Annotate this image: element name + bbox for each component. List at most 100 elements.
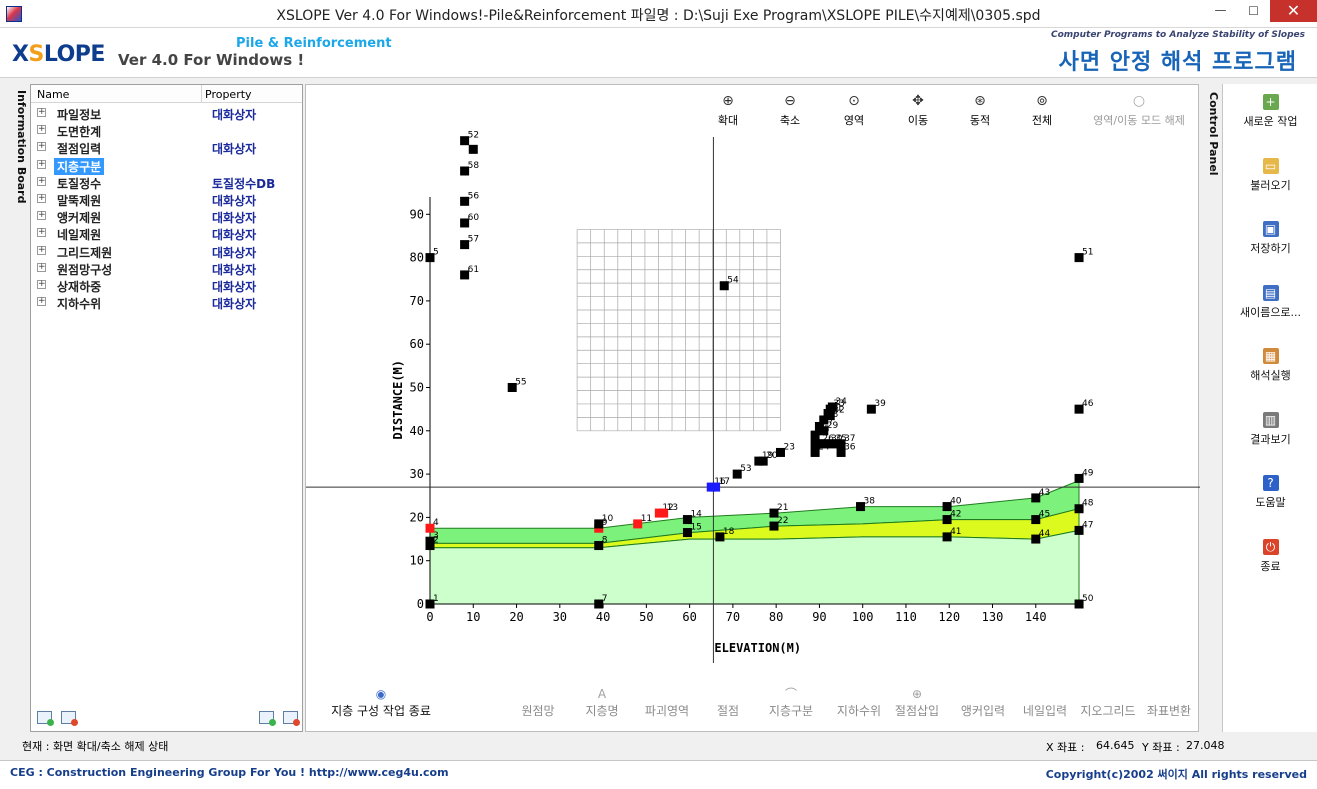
tree-item-property[interactable]: 대화상자 — [212, 295, 256, 312]
tool-zoom-in[interactable]: ⊕ 확대 — [696, 93, 760, 128]
tree-item-property[interactable]: 대화상자 — [212, 192, 256, 209]
tree-item-name[interactable]: 상재하중 — [57, 278, 101, 295]
tree-item[interactable]: + 상재하중 대화상자 — [31, 277, 302, 294]
col-property-header[interactable]: Property — [205, 88, 252, 101]
info-board-label: Information Board — [15, 90, 28, 204]
logo-s: S — [28, 42, 44, 67]
tree-item-name[interactable]: 네일제원 — [57, 226, 101, 243]
close-button[interactable]: ✕ — [1270, 0, 1317, 22]
tree-item[interactable]: + 원점망구성 대화상자 — [31, 260, 302, 277]
tool-zoom-out[interactable]: ⊖ 축소 — [758, 93, 822, 128]
tool-origin-grid[interactable]: 원점망 — [518, 687, 558, 719]
tree-item[interactable]: + 그리드제원 대화상자 — [31, 243, 302, 260]
expand-icon[interactable]: + — [37, 280, 46, 289]
maximize-button[interactable]: ☐ — [1237, 0, 1270, 22]
minimize-button[interactable]: — — [1204, 0, 1237, 22]
node-label: 57 — [468, 235, 479, 245]
expand-icon[interactable]: + — [37, 108, 46, 117]
expand-icon[interactable]: + — [37, 142, 46, 152]
node-marker — [819, 439, 829, 449]
tree-item-name[interactable]: 토질정수 — [57, 175, 101, 192]
tool-node[interactable]: 절점 — [710, 687, 746, 719]
print-result-button[interactable]: ▥ 결과보기 — [1223, 411, 1317, 447]
tree-item[interactable]: + 앵커제원 대화상자 — [31, 208, 302, 225]
save-as-button[interactable]: ▤ 새이름으로... — [1223, 284, 1317, 320]
tree-item-property[interactable]: 대화상자 — [212, 261, 256, 278]
tree-item[interactable]: + 지하수위 대화상자 — [31, 294, 302, 311]
tool-layer-finish[interactable]: ◉ 지층 구성 작업 종료 — [326, 687, 436, 719]
tool-failure-zone[interactable]: 파괴영역 — [640, 687, 694, 719]
remove-property-icon[interactable] — [283, 711, 300, 726]
tool-zoom-all[interactable]: ⊚ 전체 — [1010, 93, 1074, 128]
expand-icon[interactable]: + — [37, 194, 46, 203]
col-name-header[interactable]: Name — [37, 88, 69, 101]
exit-button[interactable]: ⏻ 종료 — [1223, 538, 1317, 574]
tool-dynamic-zoom[interactable]: ⊛ 동적 — [948, 93, 1012, 128]
tree-item[interactable]: + 네일제원 대화상자 — [31, 225, 302, 242]
expand-icon[interactable]: + — [37, 297, 46, 307]
remove-item-icon[interactable] — [61, 711, 78, 726]
tree-item-name[interactable]: 파일정보 — [57, 106, 101, 123]
tree-item-name[interactable]: 그리드제원 — [57, 244, 112, 261]
tree-item-name[interactable]: 원점망구성 — [57, 261, 112, 278]
x-tick-label: 130 — [982, 610, 1004, 624]
tree-item[interactable]: + 말뚝제원 대화상자 — [31, 191, 302, 208]
tree-item-property[interactable]: 토질정수DB — [212, 175, 275, 192]
add-item-icon[interactable] — [37, 711, 54, 726]
tree-item-name[interactable]: 말뚝제원 — [57, 192, 101, 209]
run-analysis-button[interactable]: ▦ 해석실행 — [1223, 348, 1317, 383]
tree-item-name[interactable]: 지하수위 — [57, 295, 101, 312]
expand-icon[interactable]: + — [37, 176, 46, 186]
korean-title: 사면 안정 해석 프로그램 — [1058, 50, 1297, 75]
tool-geogrid[interactable]: 지오그리드 — [1076, 687, 1140, 719]
drawing-canvas[interactable]: 0 10 20 30 40 50 60 70 80 90 100 110 120 130 140 0 10 20 3… — [305, 84, 1200, 733]
title-bar[interactable]: XSLOPE Ver 4.0 For Windows!-Pile&Reinfor… — [0, 0, 1317, 28]
nail-input-icon — [1038, 687, 1052, 701]
open-folder-button[interactable]: ▭ 불러오기 — [1223, 157, 1317, 193]
add-property-icon[interactable] — [259, 711, 276, 726]
tool-layer-name[interactable]: A 지층명 — [582, 687, 622, 719]
tool-layer-divide[interactable]: ⌒ 지층구분 — [764, 687, 818, 719]
tree-item-property[interactable]: 대화상자 — [212, 278, 256, 295]
save-disk-button[interactable]: ▣ 저장하기 — [1223, 221, 1317, 256]
expand-icon[interactable]: + — [37, 125, 46, 135]
expand-icon[interactable]: + — [37, 211, 46, 221]
tree-item[interactable]: + 도면한계 — [31, 122, 302, 139]
tree-item[interactable]: + 절점입력 대화상자 — [31, 139, 302, 156]
tool-label: 지하수위 — [836, 704, 882, 718]
tool-node-insert[interactable]: ⊕ 절점삽입 — [890, 687, 944, 719]
expand-icon[interactable]: + — [37, 159, 46, 169]
tool-pan[interactable]: ✥ 이동 — [886, 93, 950, 128]
tree-item-name[interactable]: 절점입력 — [57, 140, 101, 157]
tool-anchor-input[interactable]: 앵커입력 — [956, 687, 1010, 719]
tree-item-property[interactable]: 대화상자 — [212, 244, 256, 261]
tree-item-name[interactable]: 지층구분 — [54, 157, 105, 175]
node-label: 18 — [723, 527, 735, 537]
tool-coord-transform[interactable]: 좌표변환 — [1144, 687, 1194, 719]
column-separator[interactable] — [201, 85, 202, 103]
tree-item-property[interactable]: 대화상자 — [212, 106, 256, 123]
tool-label: 지층명 — [585, 704, 619, 718]
expand-icon[interactable]: + — [37, 245, 46, 255]
tool-groundwater[interactable]: 지하수위 — [832, 687, 886, 719]
tree-item[interactable]: + 토질정수 토질정수DB — [31, 174, 302, 191]
slope-plot[interactable]: 0 10 20 30 40 50 60 70 80 90 100 110 120 130 140010203… — [306, 85, 1200, 733]
new-file-button[interactable]: + 새로운 작업 — [1223, 94, 1317, 129]
tree-item-name[interactable]: 도면한계 — [57, 123, 101, 140]
expand-icon[interactable]: + — [37, 228, 46, 238]
node-label: 47 — [1082, 520, 1093, 530]
tool-zoom-area[interactable]: ⊙ 영역 — [822, 93, 886, 128]
y-tick-label: 50 — [410, 381, 424, 395]
tree-item-property[interactable]: 대화상자 — [212, 226, 256, 243]
tree-item[interactable]: + 지층구분 — [31, 157, 302, 175]
tree-item-property[interactable]: 대화상자 — [212, 209, 256, 226]
tree-item[interactable]: + 파일정보 대화상자 — [31, 105, 302, 122]
tool-mode-release[interactable]: ○ 영역/이동 모드 해제 — [1084, 93, 1194, 128]
help-button[interactable]: ? 도움말 — [1223, 475, 1317, 510]
failure-zone-icon — [660, 687, 674, 701]
tree-item-property[interactable]: 대화상자 — [212, 140, 256, 157]
tool-nail-input[interactable]: 네일입력 — [1018, 687, 1072, 719]
expand-icon[interactable]: + — [37, 262, 46, 272]
node-label: 23 — [783, 442, 794, 452]
tree-item-name[interactable]: 앵커제원 — [57, 209, 101, 226]
